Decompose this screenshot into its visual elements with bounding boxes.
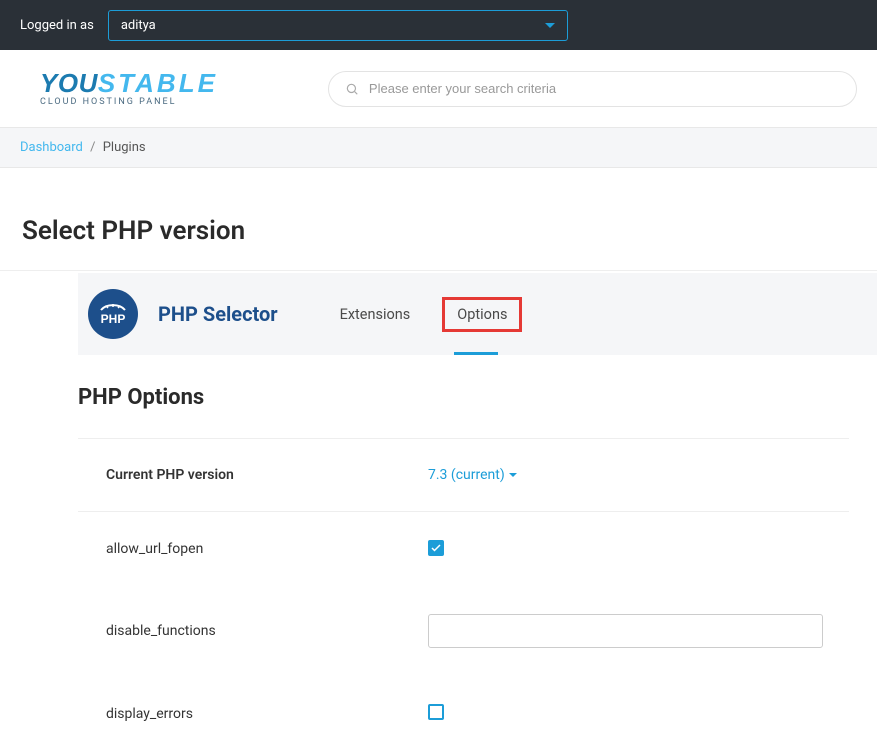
option-label: display_errors bbox=[78, 706, 428, 722]
logo-part2: STABLE bbox=[98, 68, 218, 98]
selector-title: PHP Selector bbox=[158, 302, 278, 326]
caret-down-icon bbox=[545, 23, 555, 28]
username: aditya bbox=[121, 18, 156, 33]
current-version-label: Current PHP version bbox=[78, 467, 428, 483]
selector-header: PHP PHP Selector Extensions Options bbox=[78, 273, 877, 355]
tab-extensions[interactable]: Extensions bbox=[328, 300, 423, 329]
row-display-errors: display_errors bbox=[78, 676, 849, 724]
content-area: PHP Options Current PHP version 7.3 (cur… bbox=[0, 355, 849, 724]
active-tab-underline bbox=[454, 352, 498, 355]
option-label: allow_url_fopen bbox=[78, 541, 428, 557]
php-version-dropdown[interactable]: 7.3 (current) bbox=[428, 467, 517, 483]
header-bar: YOUSTABLE CLOUD HOSTING PANEL bbox=[0, 50, 877, 127]
breadcrumb-current: Plugins bbox=[103, 140, 146, 155]
user-select-dropdown[interactable]: aditya bbox=[108, 10, 568, 41]
search-icon bbox=[345, 82, 359, 96]
option-label: disable_functions bbox=[78, 623, 428, 639]
disable-functions-input[interactable] bbox=[428, 614, 823, 648]
logo: YOUSTABLE CLOUD HOSTING PANEL bbox=[40, 70, 218, 107]
logo-subtitle: CLOUD HOSTING PANEL bbox=[40, 98, 218, 107]
row-allow-url-fopen: allow_url_fopen bbox=[78, 512, 849, 586]
php-icon: PHP bbox=[88, 289, 138, 339]
logo-part1: YOU bbox=[40, 68, 98, 98]
topbar: Logged in as aditya bbox=[0, 0, 877, 50]
divider bbox=[0, 270, 877, 271]
search-box[interactable] bbox=[328, 71, 857, 107]
row-disable-functions: disable_functions bbox=[78, 586, 849, 676]
options-title: PHP Options bbox=[78, 385, 849, 438]
logged-in-label: Logged in as bbox=[20, 18, 94, 33]
php-version-value: 7.3 (current) bbox=[428, 467, 505, 483]
page-title: Select PHP version bbox=[0, 168, 877, 270]
svg-text:PHP: PHP bbox=[101, 312, 126, 326]
tab-options[interactable]: Options bbox=[442, 297, 522, 332]
selector-tabs: Extensions Options bbox=[328, 297, 523, 332]
display-errors-checkbox[interactable] bbox=[428, 704, 444, 720]
row-current-php-version: Current PHP version 7.3 (current) bbox=[78, 439, 849, 511]
breadcrumb-dashboard-link[interactable]: Dashboard bbox=[20, 140, 83, 155]
allow-url-fopen-checkbox[interactable] bbox=[428, 540, 444, 556]
search-input[interactable] bbox=[369, 81, 840, 96]
caret-down-icon bbox=[509, 473, 517, 477]
breadcrumb: Dashboard / Plugins bbox=[0, 127, 877, 168]
breadcrumb-separator: / bbox=[90, 140, 95, 155]
